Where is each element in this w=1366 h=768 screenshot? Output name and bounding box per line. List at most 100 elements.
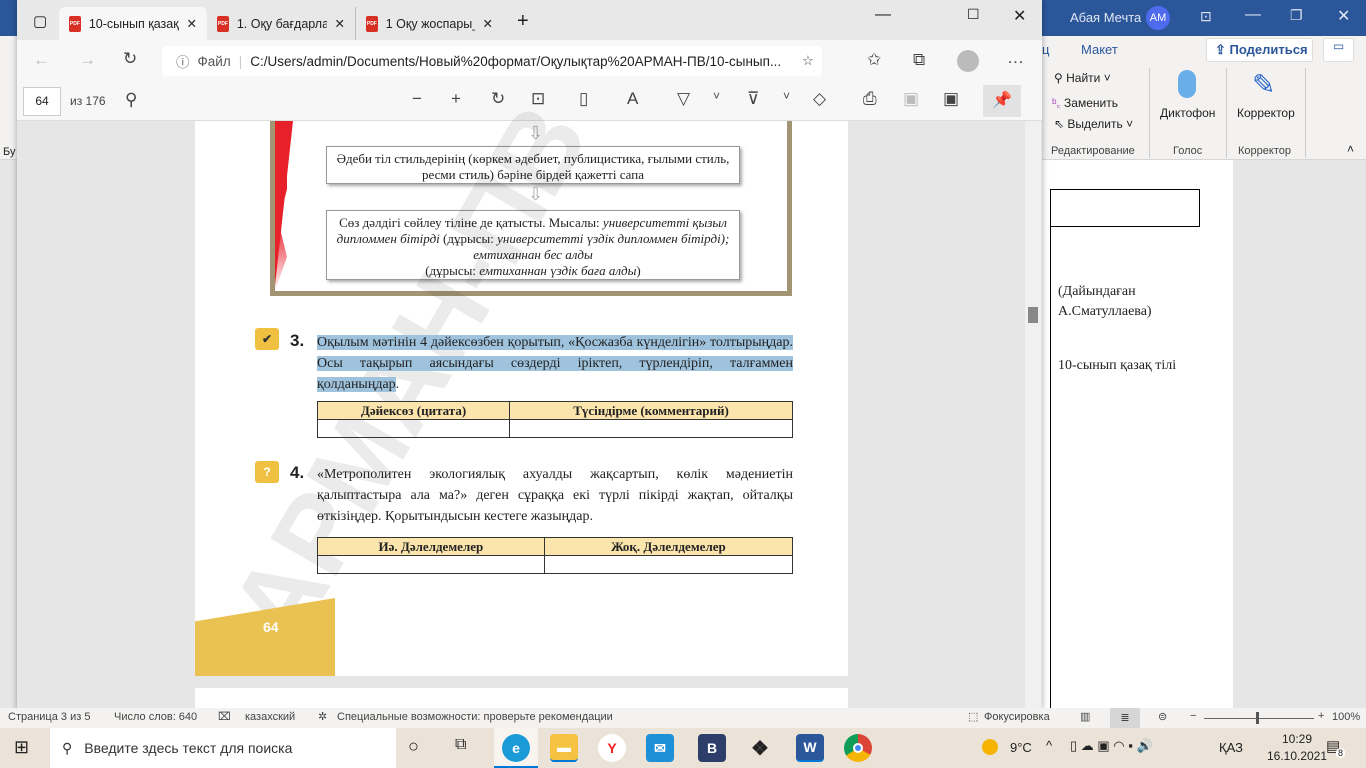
profile-icon[interactable] [957,50,979,72]
forward-icon[interactable]: → [79,50,96,70]
pdf-icon: PDF [69,15,81,32]
dropbox-icon[interactable]: ❖ [746,734,774,762]
select-label: Выделить [1067,117,1123,131]
accessibility-status[interactable]: Специальные возможности: проверьте реком… [337,711,613,723]
zoom-out-button[interactable]: − [1190,710,1196,722]
tray-icons[interactable]: ▯ ☁ ▣ ◠ ▪ 🔊 [1070,738,1153,754]
pdf-icon: PDF [217,15,229,32]
user-name: Абая Мечта [1070,10,1142,25]
replace-button[interactable]: ᵇ꜀ Заменить [1052,94,1118,111]
scrollbar-thumb[interactable] [1028,307,1038,323]
editor-button[interactable]: Корректор [1237,106,1295,120]
file-explorer-icon[interactable]: ▬ [550,734,578,762]
page-number: 64 [263,619,279,635]
collapse-ribbon-icon[interactable]: ˄ [1347,142,1354,156]
page-count[interactable]: Страница 3 из 5 [8,711,90,723]
tab-strip: ▢ PDF 10-сынып қазақ тілі жаратылыс ✕ PDF 1… [17,0,1042,40]
eraser-icon[interactable]: ◇ [813,89,826,109]
read-aloud-icon[interactable]: A [627,89,638,109]
restore-button[interactable]: ❐ [1290,7,1303,24]
close-button[interactable]: ✕ [1337,6,1350,26]
zoom-slider[interactable] [1204,718,1314,719]
zoom-in-icon[interactable]: + [451,89,461,109]
word-icon[interactable]: W [796,734,824,762]
task-view-icon[interactable]: ⧉ [455,736,466,754]
cortana-icon[interactable]: ○ [408,736,419,757]
more-icon[interactable]: … [1007,48,1024,68]
tab-3[interactable]: PDF 1 Оқу жоспары_Қазақ тілі Т1_7 ✕ [355,7,503,40]
word-count[interactable]: Число слов: 640 [114,711,197,723]
edge-minimize-button[interactable]: — [875,6,891,24]
refresh-icon[interactable]: ↻ [123,49,137,69]
zoom-in-button[interactable]: + [1318,710,1324,722]
focus-button[interactable]: Фокусировка [984,711,1050,723]
edge-maximize-button[interactable]: ☐ [967,6,980,23]
page-number-input[interactable]: 64 [23,87,61,116]
highlight-dropdown-icon[interactable]: ˅ [783,89,790,103]
close-tab-icon[interactable]: ✕ [483,16,493,31]
zoom-slider-thumb[interactable] [1256,712,1259,724]
language[interactable]: казахский [245,711,295,723]
tab-partial[interactable]: ц [1042,42,1049,57]
minimize-button[interactable]: — [1245,6,1261,24]
draw-icon[interactable]: ▽ [677,89,690,109]
edge-icon[interactable]: e [502,734,530,762]
clock-date[interactable]: 16.10.2021 [1262,749,1332,763]
notification-count: 8 [1336,748,1346,758]
tab-actions-icon[interactable]: ▢ [33,12,47,30]
windows-start-icon[interactable]: ⊞ [14,737,29,758]
pdf-scrollbar[interactable] [1025,121,1041,710]
tab-1[interactable]: PDF 10-сынып қазақ тілі жаратылыс ✕ [59,7,207,40]
weather-icon [982,739,998,755]
left-partial-text: Бу [3,146,16,158]
share-button[interactable]: ⇪ Поделиться [1206,38,1313,62]
save-icon[interactable]: ▣ [903,89,919,109]
new-tab-button[interactable]: + [517,10,529,33]
pdf-icon: PDF [366,15,378,32]
read-mode-icon[interactable]: ▥ [1080,710,1090,723]
avatar[interactable]: AM [1146,6,1170,30]
close-tab-icon[interactable]: ✕ [187,16,197,31]
web-layout-icon[interactable]: ⊜ [1158,710,1167,723]
pin-toolbar-icon[interactable]: 📌 [983,85,1021,117]
address-bar[interactable]: ⓘ Файл | C:/Users/admin/Documents/Новый%… [162,46,822,76]
word-page[interactable]: (Дайындаған А.Сматуллаева) 10-сынып қаза… [1042,160,1233,709]
search-icon[interactable]: ⚲ [125,90,137,110]
close-tab-icon[interactable]: ✕ [335,16,345,31]
edge-close-button[interactable]: ✕ [1013,6,1026,26]
doc-text-class: 10-сынып қазақ тілі [1058,358,1177,373]
find-label: Найти [1066,71,1101,85]
input-language[interactable]: ҚАЗ [1219,740,1243,755]
collections-icon[interactable]: ⧉ [913,50,925,70]
zoom-out-icon[interactable]: − [412,89,422,109]
add-favorite-icon[interactable]: ☆ [802,53,814,69]
arguments-table: Иә. Дәлелдемелер Жоқ. Дәлелдемелер [317,537,794,574]
comments-button[interactable]: ▭ [1323,38,1354,62]
b-app-icon[interactable]: B [698,734,726,762]
save-as-icon[interactable]: ▣ [943,89,959,109]
yandex-icon[interactable]: Y [598,734,626,762]
taskbar-search[interactable]: ⚲ Введите здесь текст для поиска [50,728,396,768]
temperature[interactable]: 9°C [1010,740,1032,755]
clock-time[interactable]: 10:29 [1262,732,1332,746]
tab-layout[interactable]: Макет [1081,42,1118,57]
highlight-icon[interactable]: ⊽ [747,89,759,109]
tab-2[interactable]: PDF 1. Оқу бағдарламасы_Қазақ тілі ✕ [207,7,355,40]
zoom-level[interactable]: 100% [1332,711,1360,723]
chrome-icon[interactable] [844,734,872,762]
find-button[interactable]: ⚲ Найти ˅ [1054,71,1111,85]
question-icon: ? [255,461,279,483]
show-hidden-icons[interactable]: ^ [1046,738,1052,753]
draw-dropdown-icon[interactable]: ˅ [713,89,720,103]
dictate-button[interactable]: Диктофон [1160,106,1215,120]
ribbon-display-icon[interactable]: ⊡ [1200,8,1212,25]
page-view-icon[interactable]: ▯ [579,89,588,109]
print-icon[interactable]: ⎙ [863,89,877,109]
back-icon[interactable]: ← [33,50,50,70]
print-layout-icon[interactable]: ≣ [1110,708,1140,728]
select-button[interactable]: ⇖ Выделить ˅ [1054,117,1133,131]
mail-icon[interactable]: ✉ [646,734,674,762]
tab-label: 1 Оқу жоспары_Қазақ тілі Т1_7 [385,16,475,31]
proofing-icon[interactable]: ⌧ [218,710,231,723]
favorites-icon[interactable]: ✩ [867,50,881,70]
